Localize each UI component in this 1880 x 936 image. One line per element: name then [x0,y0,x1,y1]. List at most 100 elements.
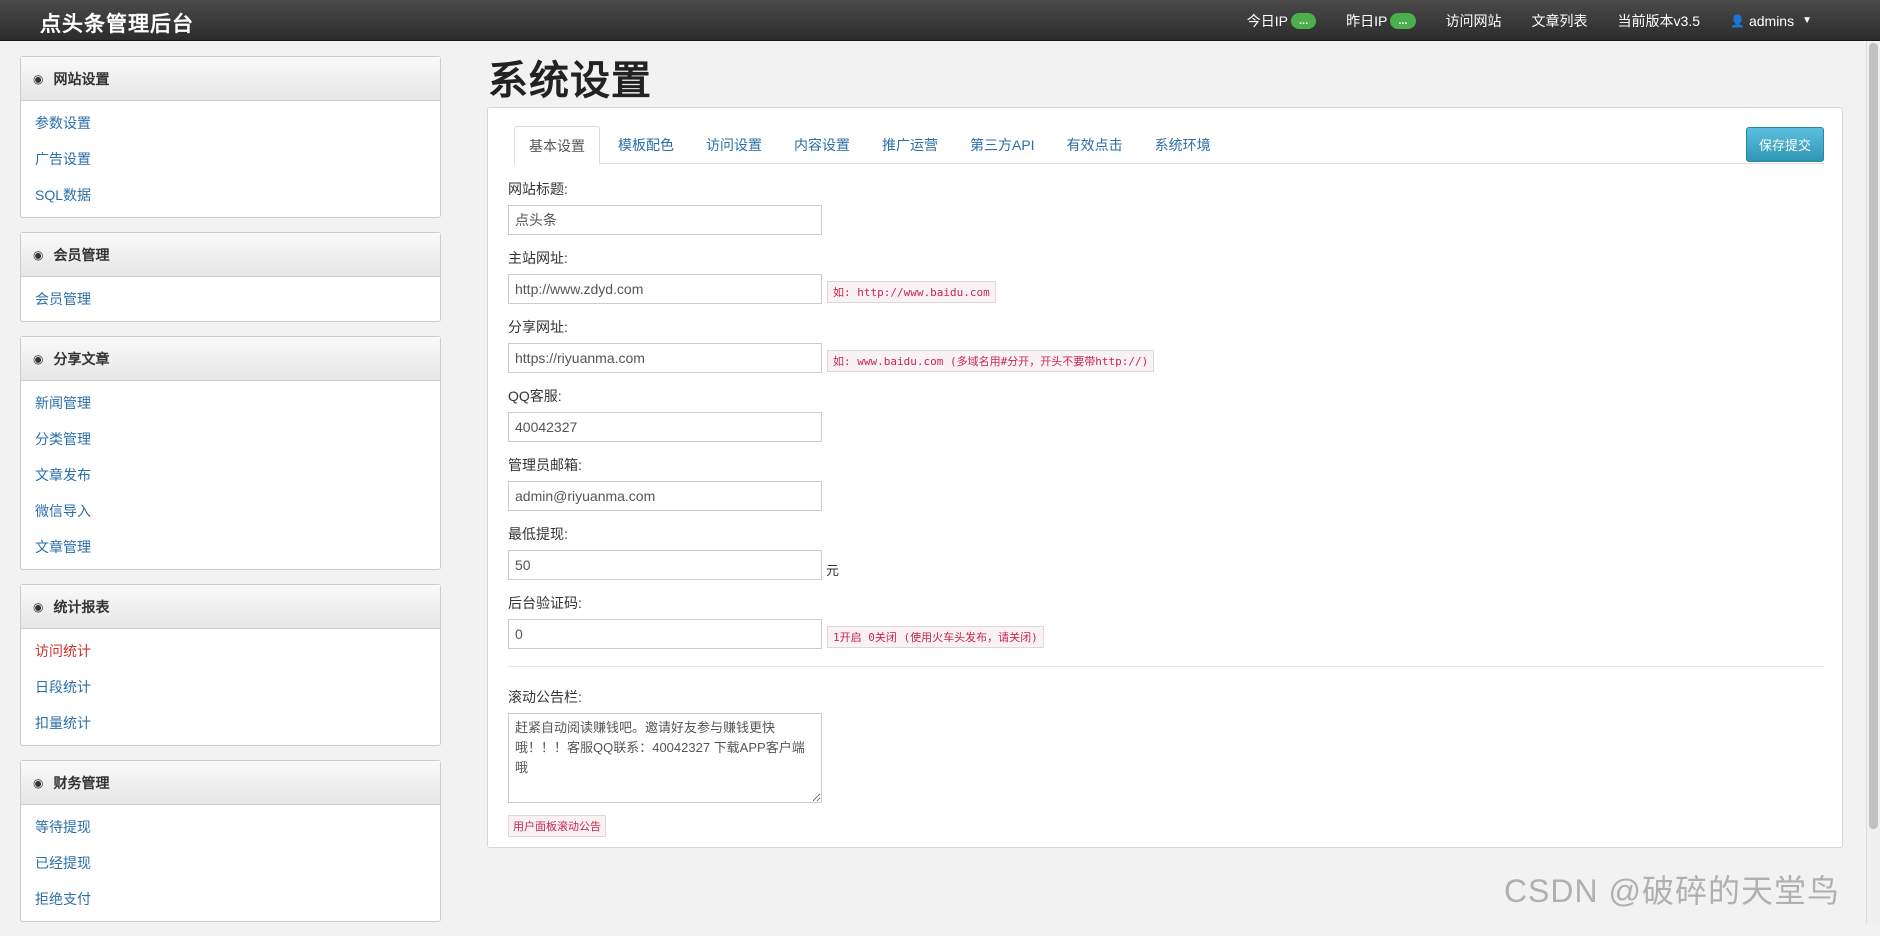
sidebar-group-body: 参数设置 广告设置 SQL数据 [21,101,440,217]
sidebar-item-sql[interactable]: SQL数据 [21,177,440,213]
field-share-url: 分享网址: 如: www.baidu.com (多域名用#分开，开头不要带htt… [508,318,1824,373]
today-ip-badge: ... [1291,13,1316,29]
settings-panel: 基本设置 模板配色 访问设置 内容设置 推广运营 第三方API 有效点击 系统环… [487,107,1843,848]
sidebar-group-title: 分享文章 [53,349,109,369]
nav-visit-site[interactable]: 访问网站 [1446,11,1502,31]
sidebar-item-categories[interactable]: 分类管理 [21,421,440,457]
tab-promotion[interactable]: 推广运营 [868,126,952,164]
brand-title[interactable]: 点头条管理后台 [40,8,194,38]
sidebar-item-period-stats[interactable]: 日段统计 [21,669,440,705]
sidebar-group-header[interactable]: ◉ 网站设置 [21,57,440,101]
notice-textarea[interactable]: 赶紧自动阅读赚钱吧。邀请好友参与赚钱更快哦！！！客服QQ联系：40042327 … [508,713,822,803]
field-captcha: 后台验证码: 1开启 0关闭 (使用火车头发布，请关闭) [508,594,1824,649]
sidebar-group-title: 网站设置 [53,69,109,89]
dashboard-icon: ◉ [33,72,43,86]
sidebar-item-publish[interactable]: 文章发布 [21,457,440,493]
form-divider [508,666,1824,667]
sidebar-item-ads[interactable]: 广告设置 [21,141,440,177]
watermark: CSDN @破碎的天堂鸟 [1504,866,1840,912]
field-min-withdraw: 最低提现: 元 [508,525,1824,580]
sidebar-group-stats: ◉ 统计报表 访问统计 日段统计 扣量统计 [20,584,441,746]
nav-user-label: admins [1749,13,1794,29]
sidebar-item-visit-stats[interactable]: 访问统计 [21,633,440,669]
sidebar-group-site-settings: ◉ 网站设置 参数设置 广告设置 SQL数据 [20,56,441,218]
sidebar-item-article-manage[interactable]: 文章管理 [21,529,440,565]
field-notice: 滚动公告栏: 赶紧自动阅读赚钱吧。邀请好友参与赚钱更快哦！！！客服QQ联系：40… [508,688,1824,837]
field-label: 滚动公告栏: [508,688,1824,706]
dashboard-icon: ◉ [33,776,43,790]
tab-template-colors[interactable]: 模板配色 [604,126,688,164]
sidebar-item-rejected[interactable]: 拒绝支付 [21,881,440,917]
qq-input[interactable] [508,412,822,442]
sidebar-item-params[interactable]: 参数设置 [21,105,440,141]
nav-today-ip-label: 今日IP [1247,11,1288,31]
sidebar-item-wechat-import[interactable]: 微信导入 [21,493,440,529]
sidebar-item-member-manage[interactable]: 会员管理 [21,281,440,317]
page-scrollbar[interactable] [1866,41,1880,924]
nav-user-menu[interactable]: 👤 admins ▼ [1730,13,1812,29]
page-title: 系统设置 [488,48,652,106]
top-navbar: 点头条管理后台 今日IP ... 昨日IP ... 访问网站 文章列表 当前版本… [0,0,1880,41]
nav-today-ip[interactable]: 今日IP ... [1247,11,1316,31]
tab-visit[interactable]: 访问设置 [692,126,776,164]
main-url-input[interactable] [508,274,822,304]
captcha-input[interactable] [508,619,822,649]
share-url-input[interactable] [508,343,822,373]
field-label: QQ客服: [508,387,1824,405]
currency-unit: 元 [826,560,839,579]
sidebar-item-news[interactable]: 新闻管理 [21,385,440,421]
field-qq: QQ客服: [508,387,1824,442]
min-withdraw-input[interactable] [508,550,822,580]
sidebar-group-body: 等待提现 已经提现 拒绝支付 [21,805,440,921]
tab-basic[interactable]: 基本设置 [514,126,600,165]
sidebar-item-pending-withdraw[interactable]: 等待提现 [21,809,440,845]
dashboard-icon: ◉ [33,352,43,366]
user-icon: 👤 [1730,14,1745,28]
nav-yesterday-ip[interactable]: 昨日IP ... [1346,11,1415,31]
field-site-title: 网站标题: [508,180,1824,235]
field-email: 管理员邮箱: [508,456,1824,511]
nav-version[interactable]: 当前版本v3.5 [1618,11,1700,31]
scrollbar-thumb[interactable] [1869,43,1878,829]
sidebar-group-title: 统计报表 [53,597,109,617]
sidebar-group-header[interactable]: ◉ 会员管理 [21,233,440,277]
sidebar-item-deduct-stats[interactable]: 扣量统计 [21,705,440,741]
site-title-input[interactable] [508,205,822,235]
email-input[interactable] [508,481,822,511]
tab-system-env[interactable]: 系统环境 [1141,126,1225,164]
sidebar-group-articles: ◉ 分享文章 新闻管理 分类管理 文章发布 微信导入 文章管理 [20,336,441,570]
field-label: 最低提现: [508,525,1824,543]
share-url-hint: 如: www.baidu.com (多域名用#分开，开头不要带http://) [827,350,1154,372]
tab-content[interactable]: 内容设置 [780,126,864,164]
main-url-hint: 如: http://www.baidu.com [827,281,996,303]
save-button[interactable]: 保存提交 [1746,127,1824,162]
sidebar-group-title: 财务管理 [53,773,109,793]
sidebar-group-header[interactable]: ◉ 分享文章 [21,337,440,381]
sidebar-group-body: 访问统计 日段统计 扣量统计 [21,629,440,745]
field-main-url: 主站网址: 如: http://www.baidu.com [508,249,1824,304]
tab-third-party-api[interactable]: 第三方API [956,126,1049,164]
sidebar-group-title: 会员管理 [53,245,109,265]
sidebar-item-done-withdraw[interactable]: 已经提现 [21,845,440,881]
sidebar: ◉ 网站设置 参数设置 广告设置 SQL数据 ◉ 会员管理 会员管理 ◉ 分享文… [20,56,441,936]
dashboard-icon: ◉ [33,248,43,262]
dashboard-icon: ◉ [33,600,43,614]
settings-tabs: 基本设置 模板配色 访问设置 内容设置 推广运营 第三方API 有效点击 系统环… [514,126,1824,164]
field-label: 分享网址: [508,318,1824,336]
field-label: 管理员邮箱: [508,456,1824,474]
sidebar-group-header[interactable]: ◉ 财务管理 [21,761,440,805]
tab-valid-clicks[interactable]: 有效点击 [1053,126,1137,164]
settings-form: 网站标题: 主站网址: 如: http://www.baidu.com 分享网址… [508,180,1824,851]
nav-article-list[interactable]: 文章列表 [1532,11,1588,31]
field-label: 主站网址: [508,249,1824,267]
sidebar-group-members: ◉ 会员管理 会员管理 [20,232,441,322]
sidebar-group-body: 会员管理 [21,277,440,321]
caret-down-icon: ▼ [1802,15,1812,26]
captcha-hint: 1开启 0关闭 (使用火车头发布，请关闭) [827,626,1044,648]
navbar-right: 今日IP ... 昨日IP ... 访问网站 文章列表 当前版本v3.5 👤 a… [1217,0,1812,41]
sidebar-group-header[interactable]: ◉ 统计报表 [21,585,440,629]
sidebar-group-finance: ◉ 财务管理 等待提现 已经提现 拒绝支付 [20,760,441,922]
field-label: 后台验证码: [508,594,1824,612]
notice-hint: 用户面板滚动公告 [508,815,606,837]
yesterday-ip-badge: ... [1390,13,1415,29]
